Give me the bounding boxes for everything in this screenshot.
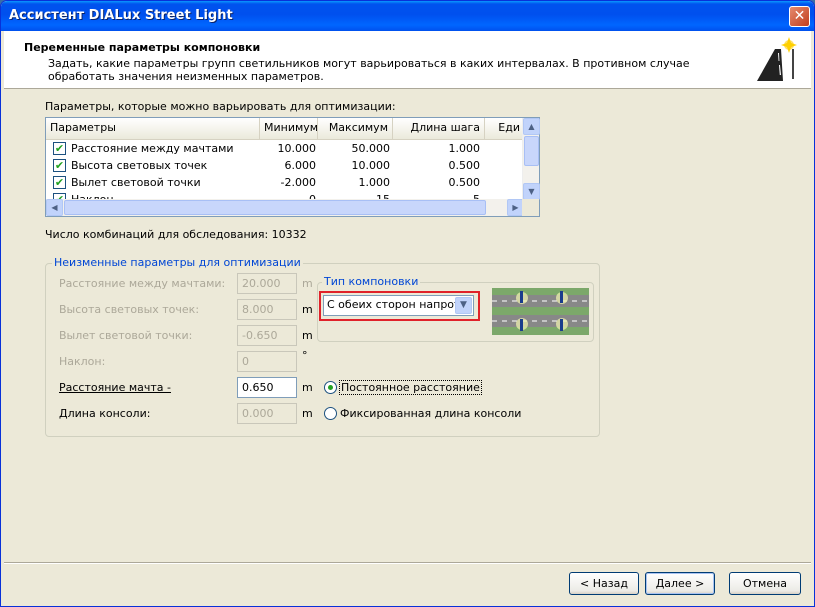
params-list-header: Параметры Минимум Максимум Длина шага Ед…: [46, 118, 524, 140]
layout-type-group-title: Тип компоновки: [322, 275, 421, 288]
next-button[interactable]: Далее >: [645, 572, 715, 595]
field-label-pole-distance: Расстояние между мачтами:: [59, 277, 226, 290]
page-description: Задать, какие параметры групп светильник…: [48, 57, 690, 83]
pole-distance-field[interactable]: 20.000: [237, 273, 297, 294]
column-header-min[interactable]: Минимум: [260, 118, 318, 139]
row-step: 1.000: [448, 142, 481, 155]
close-icon[interactable]: ✕: [789, 6, 810, 27]
constant-distance-label[interactable]: Постоянное расстояние: [339, 380, 482, 395]
table-row[interactable]: ✔ Расстояние между мачтами 10.000 50.000…: [46, 140, 524, 157]
tilt-field[interactable]: 0: [237, 351, 297, 372]
combinations-count: Число комбинаций для обследования: 10332: [45, 228, 307, 241]
row-step: 0.500: [448, 159, 481, 172]
row-unit: [485, 174, 522, 191]
row-name: Расстояние между мачтами: [71, 142, 234, 155]
fixed-params-group-title: Неизменные параметры для оптимизации: [52, 256, 303, 269]
unit-label: m: [302, 407, 313, 420]
column-header-params[interactable]: Параметры: [46, 118, 260, 139]
page-title: Переменные параметры компоновки: [24, 41, 261, 54]
fixed-console-label[interactable]: Фиксированная длина консоли: [340, 407, 521, 420]
row-min: -2.000: [280, 176, 316, 189]
field-label-overhang: Вылет световой точки:: [59, 329, 193, 342]
footer-separator: [4, 562, 811, 564]
unit-label: m: [302, 381, 313, 394]
light-height-field[interactable]: 8.000: [237, 299, 297, 320]
vertical-scrollbar[interactable]: ▲ ▼: [522, 118, 540, 200]
overhang-field[interactable]: -0.650: [237, 325, 297, 346]
table-row[interactable]: ✔ Вылет световой точки -2.000 1.000 0.50…: [46, 174, 524, 191]
table-row[interactable]: ✔ Высота световых точек 6.000 10.000 0.5…: [46, 157, 524, 174]
layout-preview-icon: [492, 288, 589, 335]
vertical-scroll-thumb[interactable]: [524, 136, 539, 166]
highlight-frame: [319, 291, 480, 321]
row-max: 1.000: [358, 176, 391, 189]
unit-label: °: [302, 349, 308, 362]
wizard-header: Переменные параметры компоновки Задать, …: [4, 31, 811, 89]
scroll-up-icon[interactable]: ▲: [523, 118, 540, 135]
row-unit: [485, 140, 522, 157]
row-max: 50.000: [351, 142, 391, 155]
constant-distance-radio[interactable]: [324, 381, 337, 394]
field-label-light-height: Высота световых точек:: [59, 303, 200, 316]
unit-label: m: [302, 303, 313, 316]
row-checkbox[interactable]: ✔: [53, 142, 66, 155]
back-button[interactable]: < Назад: [569, 572, 639, 595]
unit-label: m: [302, 329, 313, 342]
row-checkbox[interactable]: ✔: [53, 159, 66, 172]
params-list[interactable]: Параметры Минимум Максимум Длина шага Ед…: [45, 117, 540, 217]
street-light-road-icon: [757, 37, 797, 81]
fixed-console-radio[interactable]: [324, 407, 337, 420]
scroll-down-icon[interactable]: ▼: [523, 183, 540, 200]
row-max: 10.000: [351, 159, 391, 172]
field-label-tilt: Наклон:: [59, 355, 106, 368]
wizard-window: Ассистент DIALux Street Light ✕ Переменн…: [0, 0, 815, 607]
field-label-mast-distance: Расстояние мачта -: [59, 381, 171, 394]
horizontal-scroll-thumb[interactable]: [64, 200, 486, 215]
column-header-max[interactable]: Максимум: [318, 118, 393, 139]
title-bar[interactable]: Ассистент DIALux Street Light ✕: [1, 1, 814, 31]
window-title: Ассистент DIALux Street Light: [9, 8, 233, 23]
row-checkbox[interactable]: ✔: [53, 176, 66, 189]
cancel-button[interactable]: Отмена: [729, 572, 801, 595]
row-name: Высота световых точек: [71, 159, 208, 172]
column-header-step[interactable]: Длина шага: [393, 118, 485, 139]
column-header-unit[interactable]: Еди: [485, 118, 524, 139]
row-min: 10.000: [277, 142, 317, 155]
row-min: 6.000: [284, 159, 317, 172]
unit-label: m: [302, 277, 313, 290]
scroll-left-icon[interactable]: ◀: [46, 199, 63, 216]
row-name: Вылет световой точки: [71, 176, 201, 189]
mast-distance-input[interactable]: 0.650: [237, 377, 297, 398]
console-length-field[interactable]: 0.000: [237, 403, 297, 424]
row-unit: [485, 157, 522, 174]
horizontal-scrollbar[interactable]: ◀ ▶: [46, 199, 524, 216]
row-step: 0.500: [448, 176, 481, 189]
field-label-console-length: Длина консоли:: [59, 407, 151, 420]
scroll-corner: [522, 199, 539, 216]
params-label: Параметры, которые можно варьировать для…: [45, 100, 396, 113]
